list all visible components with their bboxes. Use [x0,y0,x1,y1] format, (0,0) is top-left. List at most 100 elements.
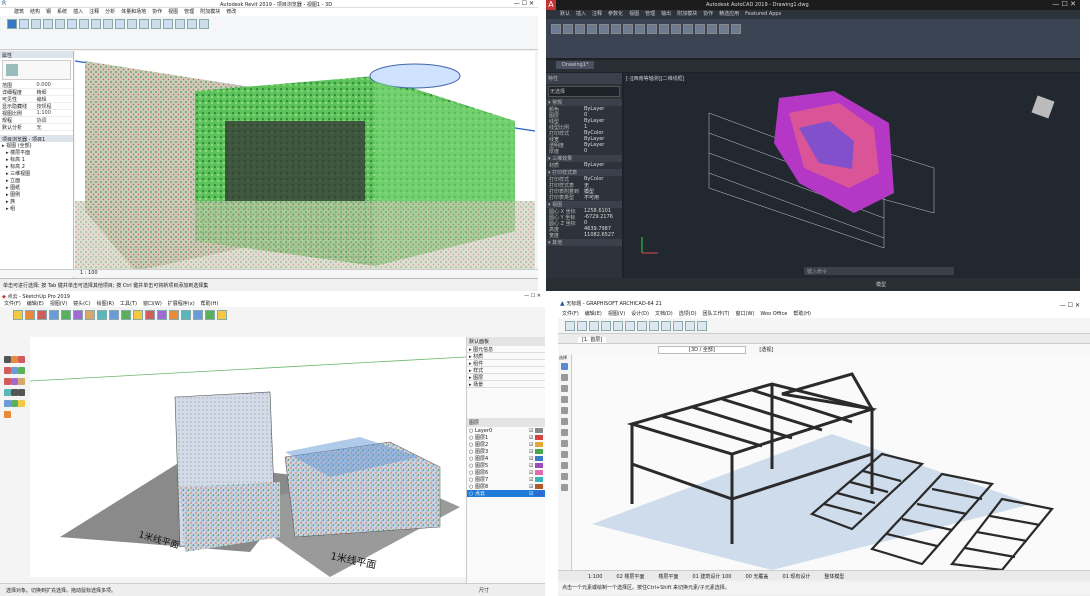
menu-item[interactable]: Woo Office [760,311,787,317]
model-tab[interactable]: 模型 [876,282,886,288]
offset-icon[interactable] [4,378,11,385]
window-controls-icon[interactable]: — ☐ ✕ [514,0,534,7]
grid-tool-icon[interactable] [187,19,197,29]
property-row[interactable]: 默认分析 无 [0,124,73,131]
line-tool-icon[interactable] [551,24,561,34]
tray-section[interactable]: ▸ 图元信息 [467,346,545,353]
3d-view-icon[interactable] [685,321,695,331]
section-icon[interactable] [697,321,707,331]
props-section-header[interactable]: ▾ 视图 [546,201,622,208]
push-pull-tool-icon[interactable] [61,310,71,320]
floor-plan-icon[interactable] [673,321,683,331]
undo-icon[interactable] [589,321,599,331]
archicad-3d-window[interactable] [572,354,1090,570]
ribbon-tab[interactable]: 系统 [57,9,67,15]
orbit-tool-icon[interactable] [109,310,119,320]
layer-row[interactable]: ○ 图层7 ☑ [467,476,545,483]
rotate-tool-icon[interactable] [85,310,95,320]
quick-option[interactable]: 01 建筑设计 100 [692,574,731,580]
menu-item[interactable]: 文档(D) [655,311,673,317]
menu-item[interactable]: 团队工作(T) [703,311,730,317]
tab-perspective[interactable]: [透视] [759,347,773,353]
section-tool-icon[interactable] [169,310,179,320]
window-tool-icon[interactable] [43,19,53,29]
menu-item[interactable]: 文件(F) [562,311,579,317]
ribbon-tab[interactable]: 附加模块 [677,11,697,17]
layer-row[interactable]: ○ Layer0 ☑ [467,427,545,434]
move-tool-icon[interactable] [73,310,83,320]
browser-item[interactable]: ▸ 立面 [0,177,73,184]
wall-tool-icon[interactable] [19,19,29,29]
ribbon-tab[interactable]: 协作 [703,11,713,17]
tray-section[interactable]: ▸ 组件 [467,360,545,367]
component-tool-icon[interactable] [55,19,65,29]
property-row[interactable]: 显示隐藏线 按规程 [0,103,73,110]
arrow-icon[interactable] [613,321,623,331]
menu-item[interactable]: 窗口(W) [736,311,755,317]
ribbon-tab[interactable]: 默认 [560,11,570,17]
tray-section[interactable]: ▸ 材质 [467,353,545,360]
object-tool-icon[interactable] [561,473,568,480]
browser-item[interactable]: ▸ 标高 2 [0,163,73,170]
ribbon-tab[interactable]: 协作 [152,9,162,15]
layer-icon[interactable] [661,321,671,331]
ribbon-tab[interactable]: 分析 [105,9,115,15]
archicad-logo-icon[interactable]: ▲ [558,300,565,307]
trim-tool-icon[interactable] [635,24,645,34]
beam-tool-icon[interactable] [561,407,568,414]
arc-icon[interactable] [4,367,11,374]
level-tool-icon[interactable] [199,19,209,29]
scale-label[interactable]: 1 : 100 [80,270,98,276]
sketchup-3d-viewport[interactable]: 1米线平面 1米线平面 [30,337,466,577]
window-controls-icon[interactable]: — ☐ ✕ [1060,302,1080,309]
slab-tool-icon[interactable] [561,418,568,425]
tape-tool-icon[interactable] [145,310,155,320]
zoom-tool-icon[interactable] [133,310,143,320]
ribbon-tab[interactable]: 管理 [645,11,655,17]
modify-tool-icon[interactable] [7,19,17,29]
browser-item[interactable]: ▸ 组 [0,205,73,212]
ribbon-tab[interactable]: 钢 [46,9,51,15]
ribbon-tab[interactable]: 管理 [184,9,194,15]
tray-section[interactable]: ▸ 图层 [467,374,545,381]
property-row[interactable]: 可见性 编辑 [0,96,73,103]
zoom-icon[interactable] [18,400,25,407]
move-tool-icon[interactable] [599,24,609,34]
select-arrow-icon[interactable] [4,356,11,363]
rotate-icon[interactable] [18,378,25,385]
layers-tool-icon[interactable] [205,310,215,320]
props-row[interactable]: 厚度 0 [546,148,622,155]
roof-tool-icon[interactable] [79,19,89,29]
layer-row[interactable]: ○ 图层4 ☑ [467,455,545,462]
ribbon-tab[interactable]: 插入 [73,9,83,15]
select-tool-icon[interactable] [13,310,23,320]
tray-section[interactable]: ▸ 样式 [467,367,545,374]
menu-item[interactable]: 编辑(E) [585,311,602,317]
zoom-extents-icon[interactable] [4,411,11,418]
window-controls-icon[interactable]: — ☐ ✕ [1052,0,1076,8]
door-tool-icon[interactable] [31,19,41,29]
quick-option[interactable]: 00 无覆盖 [745,574,768,580]
door-tool-icon[interactable] [561,451,568,458]
arc-tool-icon[interactable] [587,24,597,34]
quick-option[interactable]: 整体模型 [824,574,844,580]
marquee-tool-icon[interactable] [561,374,568,381]
property-row[interactable]: 详细程度 精细 [0,89,73,96]
file-tab[interactable]: Drawing1* [556,61,595,69]
property-row[interactable]: 范围 0.000 [0,82,73,89]
magic-wand-icon[interactable] [637,321,647,331]
quick-option[interactable]: 1:100 [588,574,602,580]
command-line[interactable]: 键入命令 [804,267,954,275]
browser-item[interactable]: ▸ 图纸 [0,184,73,191]
column-tool-icon[interactable] [561,396,568,403]
ribbon-tab[interactable]: 建筑 [14,9,24,15]
menu-item[interactable]: 设计(D) [631,311,649,317]
move-icon[interactable] [11,378,18,385]
quick-option[interactable]: 楼层平面 [658,574,678,580]
arrow-tool-icon[interactable] [561,363,568,370]
revit-3d-viewport[interactable] [75,51,535,269]
quick-option[interactable]: 02 楼层平面 [616,574,644,580]
ceiling-tool-icon[interactable] [91,19,101,29]
pencil-icon[interactable] [18,356,25,363]
pan-icon[interactable] [11,400,18,407]
